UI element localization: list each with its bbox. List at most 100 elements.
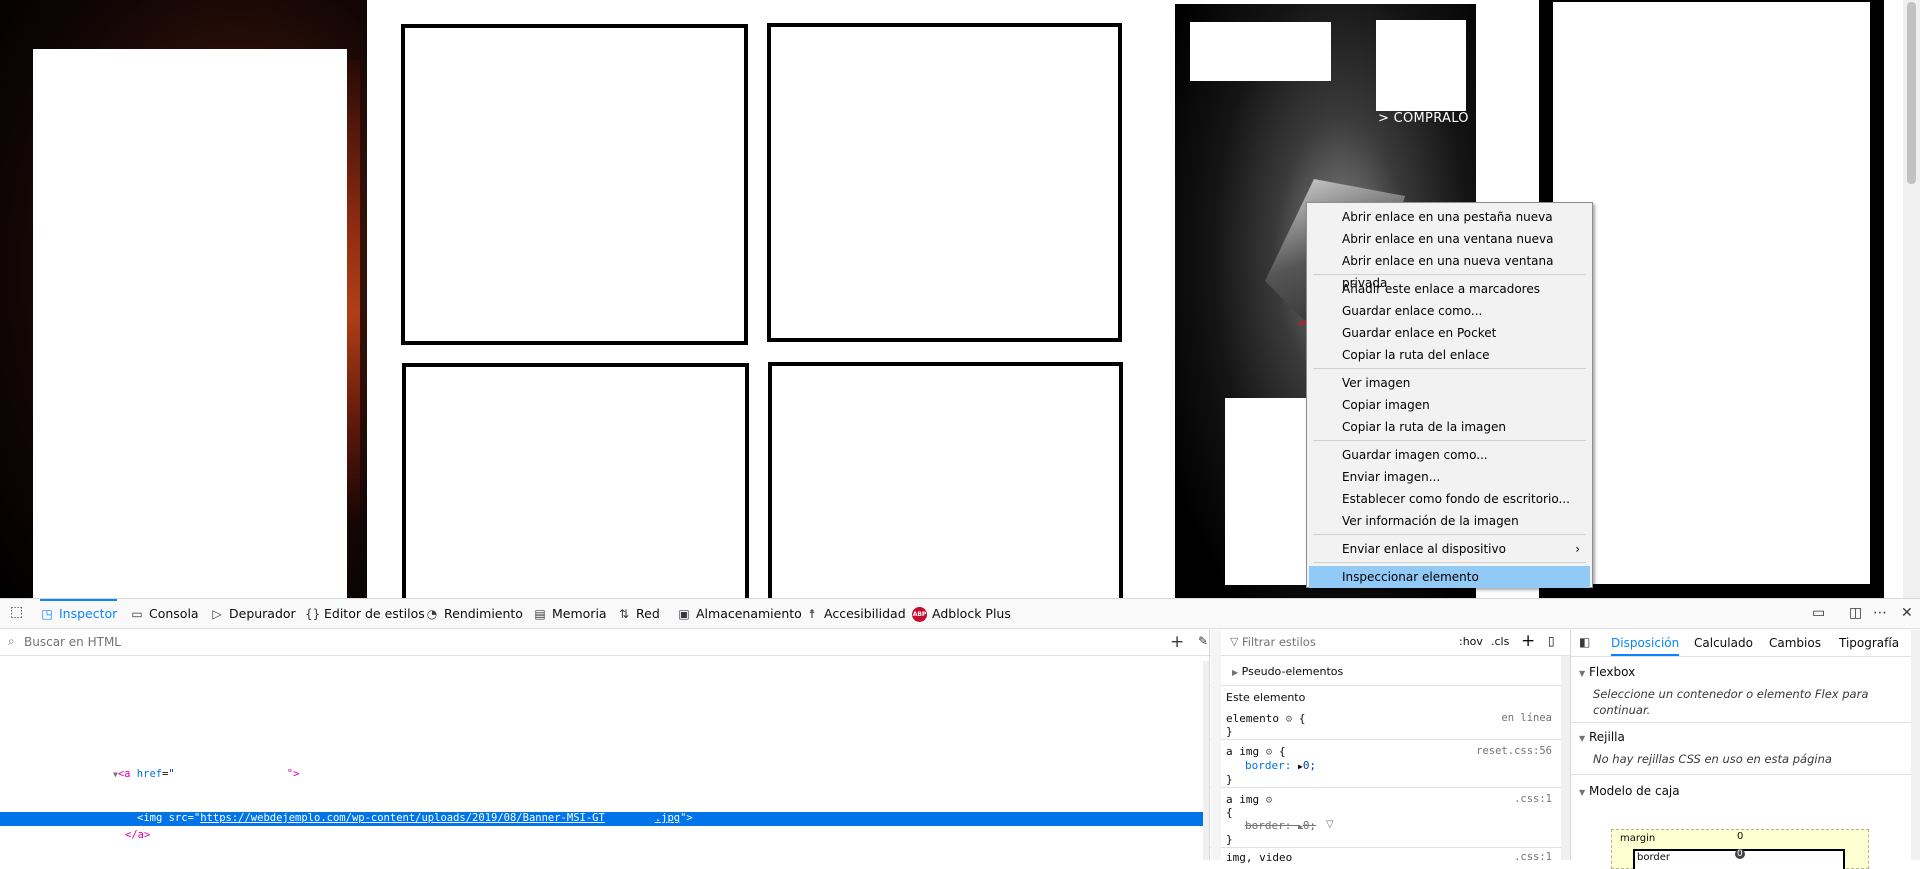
close-icon[interactable]: ✕ (1901, 605, 1913, 621)
border-label: border (1637, 852, 1671, 863)
menu-item-copy-link[interactable]: Copiar la ruta del enlace (1309, 344, 1590, 366)
tab-console[interactable]: ▭ Consola (130, 599, 198, 628)
layout-view: ◧ Disposición Calculado Cambios Tipograf… (1570, 630, 1920, 869)
rule-declaration-overridden[interactable]: border: ▶0; (1245, 819, 1316, 832)
chevron-down-icon: ▼ (1579, 669, 1586, 678)
gear-icon: ⚙ (1265, 745, 1273, 758)
accessibility-icon: ☨ (808, 607, 816, 621)
menu-item-send-image[interactable]: Enviar imagen... (1309, 466, 1590, 488)
rule-close: } (1226, 725, 1233, 738)
this-element-header: Este elemento (1226, 691, 1306, 704)
devtools-toolbar: ⬚ ◳ Inspector ▭ Consola ▷ Depurador {} Edito… (0, 599, 1920, 629)
rule-source-link[interactable]: reset.css:56 (1476, 745, 1552, 757)
banner-product-placeholder (1376, 20, 1466, 111)
tab-memory[interactable]: ▤ Memoria (533, 599, 606, 628)
rule-source-link[interactable]: .css:1 (1514, 851, 1552, 863)
rule-source-link[interactable]: .css:1 (1514, 793, 1552, 805)
add-node-icon[interactable]: + (1170, 632, 1184, 652)
menu-item-save-pocket[interactable]: Guardar enlace en Pocket (1309, 322, 1590, 344)
console-icon: ▭ (131, 607, 143, 621)
tab-style-editor[interactable]: {} Editor de estilos (305, 599, 425, 628)
rule-a-img-overridden-selector[interactable]: a img ⚙ (1226, 793, 1272, 806)
search-icon: ⌕ (8, 634, 15, 648)
styles-filter-input[interactable]: Filtrar estilos (1242, 635, 1316, 649)
menu-item-save-image[interactable]: Guardar imagen como... (1309, 444, 1590, 466)
rule-a-img-selector[interactable]: a img ⚙ { (1226, 745, 1286, 758)
filter-icon[interactable]: ▽ (1326, 819, 1334, 830)
menu-item-copy-image-path[interactable]: Copiar la ruta de la imagen (1309, 416, 1590, 438)
network-icon: ⇅ (618, 607, 630, 621)
context-menu: Abrir enlace en una pestaña nueva Abrir … (1306, 202, 1593, 588)
menu-item-open-new-tab[interactable]: Abrir enlace en una pestaña nueva (1309, 206, 1590, 228)
element-picker-icon[interactable]: ⬚ (10, 604, 23, 620)
tab-debugger[interactable]: ▷ Depurador (210, 599, 295, 628)
menu-separator (1313, 562, 1586, 563)
page-scrollbar-thumb[interactable] (1907, 2, 1916, 184)
dock-side-icon[interactable]: ◫ (1849, 605, 1862, 621)
box-model-section-toggle[interactable]: ▼ Modelo de caja (1579, 784, 1680, 798)
print-media-icon[interactable]: ▯ (1548, 634, 1555, 648)
page-viewport: > CÓMPRALO Abrir enlace en una pestaña n… (0, 0, 1920, 598)
markup-line-img-selected[interactable]: <img src="https://webdejemplo.com/wp-con… (0, 812, 1206, 826)
class-toggle[interactable]: .cls (1491, 635, 1509, 648)
tab-storage[interactable]: ▣ Almacenamiento (677, 599, 802, 628)
menu-item-set-wallpaper[interactable]: Establecer como fondo de escritorio... (1309, 488, 1590, 510)
box-model-border[interactable]: border 0 (1633, 849, 1845, 869)
toggle-sidebar-icon[interactable]: ◧ (1579, 635, 1590, 649)
abp-icon: ABP (912, 607, 927, 622)
markup-line-a-close[interactable]: </a> (125, 829, 150, 841)
chevron-right-icon: ▶ (1232, 668, 1239, 677)
menu-item-save-link[interactable]: Guardar enlace como... (1309, 300, 1590, 322)
menu-item-copy-image[interactable]: Copiar imagen (1309, 394, 1590, 416)
tab-network[interactable]: ⇅ Red (617, 599, 660, 628)
gear-icon: ⚙ (1285, 712, 1293, 725)
tab-changes[interactable]: Cambios (1769, 630, 1821, 656)
menu-item-open-new-window[interactable]: Abrir enlace en una ventana nueva (1309, 228, 1590, 250)
border-top-value[interactable]: 0 (1735, 849, 1745, 859)
flexbox-section-toggle[interactable]: ▼ Flexbox (1579, 665, 1635, 679)
menu-separator (1313, 368, 1586, 369)
devtools-panel: ⬚ ◳ Inspector ▭ Consola ▷ Depurador {} Edito… (0, 598, 1920, 869)
left-ad-placeholder[interactable] (33, 49, 347, 598)
tab-adblock-plus[interactable]: ABP Adblock Plus (912, 599, 1011, 628)
menu-item-view-image[interactable]: Ver imagen (1309, 372, 1590, 394)
tab-performance[interactable]: ◔ Rendimiento (425, 599, 523, 628)
menu-item-bookmark-link[interactable]: Añadir este enlace a marcadores (1309, 278, 1590, 300)
pseudo-elements-toggle[interactable]: ▶ Pseudo-elementos (1232, 665, 1343, 678)
menu-item-open-private-window[interactable]: Abrir enlace en una nueva ventana privad… (1309, 250, 1590, 290)
html-search-input[interactable]: Buscar en HTML (24, 635, 121, 649)
chevron-down-icon: ▼ (1579, 734, 1586, 743)
html-search-bar[interactable]: ⌕ Buscar en HTML + ✎ (0, 630, 1209, 656)
rule-inline-selector[interactable]: elemento ⚙ { (1226, 712, 1305, 725)
chevron-down-icon: ▼ (1579, 788, 1586, 797)
tab-layout[interactable]: Disposición (1611, 630, 1680, 656)
split-console-icon[interactable]: ▭ (1812, 605, 1825, 621)
comic-panel-1 (401, 24, 748, 345)
menu-item-image-info[interactable]: Ver información de la imagen (1309, 510, 1590, 532)
layout-scrollbar[interactable] (1911, 630, 1920, 860)
markup-line-a[interactable]: ▼<a href=" "> (113, 768, 299, 780)
grid-section-toggle[interactable]: ▼ Rejilla (1579, 730, 1625, 744)
rules-left-scrollbar[interactable] (1211, 630, 1221, 860)
eyedropper-icon[interactable]: ✎ (1198, 634, 1208, 648)
markup-view: ⌕ Buscar en HTML + ✎ ▼<a href=" "> <img s… (0, 630, 1209, 860)
menu-item-inspect-element[interactable]: Inspeccionar elemento (1309, 566, 1590, 588)
gear-icon: ⚙ (1265, 793, 1273, 806)
add-rule-icon[interactable]: + (1521, 631, 1535, 651)
margin-label: margin (1620, 833, 1656, 844)
menu-item-label: Enviar enlace al dispositivo (1342, 542, 1506, 556)
rule-img-video-selector[interactable]: img, video (1226, 851, 1292, 864)
banner-buy-link[interactable]: > CÓMPRALO (1378, 111, 1469, 126)
tab-fonts[interactable]: Tipografía (1839, 630, 1899, 656)
performance-icon: ◔ (426, 607, 438, 621)
tab-accessibility[interactable]: ☨ Accesibilidad (805, 599, 906, 628)
more-options-icon[interactable]: ⋯ (1873, 605, 1887, 621)
rule-declaration[interactable]: border: ▶0; (1245, 759, 1316, 772)
menu-item-send-to-device[interactable]: Enviar enlace al dispositivo › (1309, 538, 1590, 560)
hover-state-toggle[interactable]: :hov (1459, 635, 1483, 648)
tab-inspector[interactable]: ◳ Inspector (40, 599, 118, 628)
rules-view: ▽ Filtrar estilos :hov .cls + ▯ ▶ Pseudo… (1209, 630, 1571, 864)
image-url-link[interactable]: https://webdejemplo.com/wp-content/uploa… (200, 812, 605, 824)
margin-top-value[interactable]: 0 (1737, 831, 1743, 842)
tab-computed[interactable]: Calculado (1694, 630, 1753, 656)
